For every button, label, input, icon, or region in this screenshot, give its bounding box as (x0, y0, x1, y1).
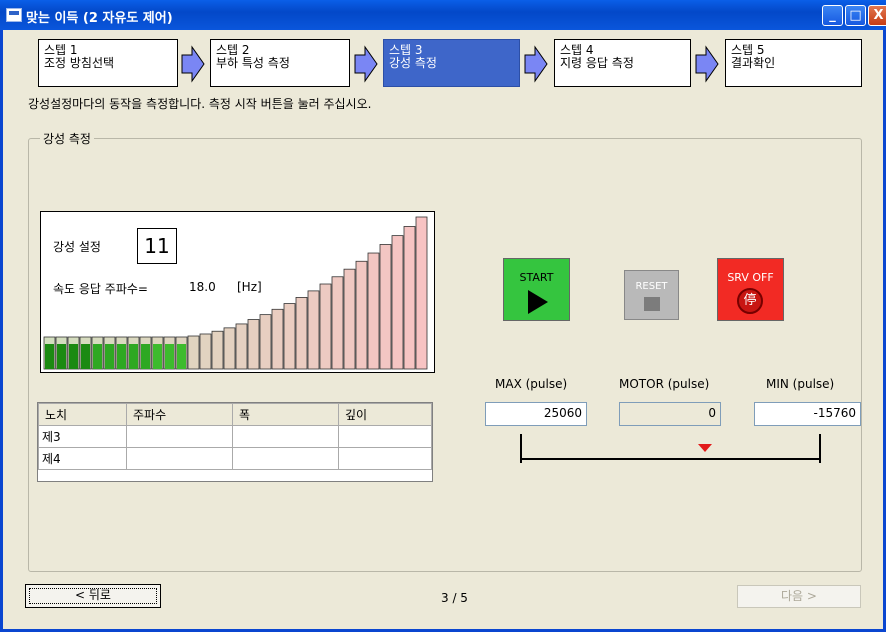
step-name: 결과확인 (731, 56, 776, 70)
stiffness-gauge: 강성 설정 11 속도 응답 주파수= 18.0 [Hz] (40, 211, 435, 373)
stiffness-bar (271, 308, 284, 370)
table-cell (338, 447, 432, 470)
stiffness-bar (247, 319, 260, 370)
stiffness-bar (403, 226, 416, 370)
min-pulse-field: -15760 (754, 402, 861, 426)
table-row[interactable]: 제4 (38, 447, 432, 470)
start-label: START (519, 271, 554, 284)
max-pulse-field: 25060 (485, 402, 587, 426)
motor-pulse-label: MOTOR (pulse) (619, 377, 710, 391)
min-pulse-label: MIN (pulse) (766, 377, 835, 391)
back-button[interactable]: < 뒤로 (25, 584, 161, 608)
table-cell (232, 425, 339, 448)
step-1: 스텝 1 조정 방침선택 (38, 39, 178, 87)
start-button[interactable]: START (503, 258, 570, 321)
step-arrow-icon (181, 45, 205, 83)
servo-off-label: SRV OFF (727, 271, 774, 284)
motor-pulse-field: 0 (619, 402, 721, 426)
table-row[interactable]: 제3 (38, 425, 432, 448)
stiffness-bar (367, 252, 380, 370)
stiffness-bar (307, 290, 320, 370)
step-3: 스텝 3 강성 측정 (383, 39, 520, 87)
stiffness-bar-active (57, 344, 66, 369)
instruction-text: 강성설정마다의 동작을 측정합니다. 측정 시작 버튼을 눌러 주십시오. (28, 97, 372, 111)
stiffness-bar-active (69, 344, 78, 369)
reset-label: RESET (635, 281, 668, 292)
stop-sign-icon: 停 (737, 288, 763, 314)
stiffness-bar (235, 323, 248, 370)
table-cell: 제4 (38, 447, 127, 470)
play-icon (528, 290, 548, 314)
stiffness-value: 11 (137, 228, 177, 264)
stop-icon (644, 297, 660, 311)
stiffness-bar-active (165, 344, 174, 369)
next-button[interactable]: 다음 > (737, 585, 861, 608)
table-cell (126, 447, 233, 470)
reset-button[interactable]: RESET (624, 270, 679, 320)
stiffness-bar (295, 297, 308, 370)
table-cell (338, 425, 432, 448)
stiffness-bar-active (177, 344, 186, 369)
stiffness-bar (211, 330, 224, 370)
column-header: 깊이 (338, 403, 432, 426)
step-name: 조정 방침선택 (44, 56, 115, 70)
close-button[interactable]: X (868, 5, 886, 26)
stiffness-bar (199, 333, 212, 370)
table-cell (232, 447, 339, 470)
maximize-button[interactable]: □ (845, 5, 866, 26)
column-header: 노치 (38, 403, 127, 426)
step-arrow-icon (354, 45, 378, 83)
speed-response-label: 속도 응답 주파수= (53, 282, 148, 296)
notch-table: 노치 주파수 폭 깊이 제3 제4 (37, 402, 433, 482)
page-indicator: 3 / 5 (441, 591, 468, 605)
stiffness-bar (331, 276, 344, 370)
table-cell: 제3 (38, 425, 127, 448)
stiffness-bar-active (153, 344, 162, 369)
step-name: 부하 특성 측정 (216, 56, 290, 70)
position-range-indicator (520, 434, 821, 463)
table-header-row: 노치 주파수 폭 깊이 (38, 403, 432, 426)
servo-off-button[interactable]: SRV OFF 停 (717, 258, 784, 321)
stiffness-bar (343, 268, 356, 370)
stiffness-bar-active (45, 344, 54, 369)
stiffness-bar (259, 314, 272, 370)
stiffness-bar (187, 335, 200, 370)
group-label: 강성 측정 (40, 130, 94, 147)
stiffness-bar-active (129, 344, 138, 369)
stiffness-bar (283, 303, 296, 370)
step-arrow-icon (524, 45, 548, 83)
title-bar: 맞는 이득 (2 자유도 제어) _ □ X (0, 0, 886, 30)
step-arrow-icon (695, 45, 719, 83)
motor-position-marker-icon (698, 444, 712, 452)
app-icon (6, 8, 22, 22)
window-title: 맞는 이득 (2 자유도 제어) (26, 11, 173, 26)
step-name: 강성 측정 (389, 56, 437, 70)
max-pulse-label: MAX (pulse) (495, 377, 568, 391)
step-5: 스텝 5 결과확인 (725, 39, 862, 87)
stiffness-bar-active (105, 344, 114, 369)
table-cell (126, 425, 233, 448)
stiffness-bar-active (141, 344, 150, 369)
column-header: 폭 (232, 403, 339, 426)
stiffness-label: 강성 설정 (53, 240, 101, 254)
stiffness-bar (319, 283, 332, 370)
step-2: 스텝 2 부하 특성 측정 (210, 39, 350, 87)
stiffness-bar (223, 327, 236, 370)
minimize-button[interactable]: _ (822, 5, 843, 26)
column-header: 주파수 (126, 403, 233, 426)
stiffness-bar (391, 235, 404, 370)
stiffness-bar-active (117, 344, 126, 369)
stiffness-bar-active (93, 344, 102, 369)
step-name: 지령 응답 측정 (560, 56, 634, 70)
step-4: 스텝 4 지령 응답 측정 (554, 39, 691, 87)
speed-response-unit: [Hz] (237, 280, 262, 294)
stiffness-bar (415, 216, 428, 370)
stiffness-bar (379, 244, 392, 370)
stiffness-bar (355, 260, 368, 370)
speed-response-value: 18.0 (189, 280, 216, 294)
stiffness-bar-active (81, 344, 90, 369)
